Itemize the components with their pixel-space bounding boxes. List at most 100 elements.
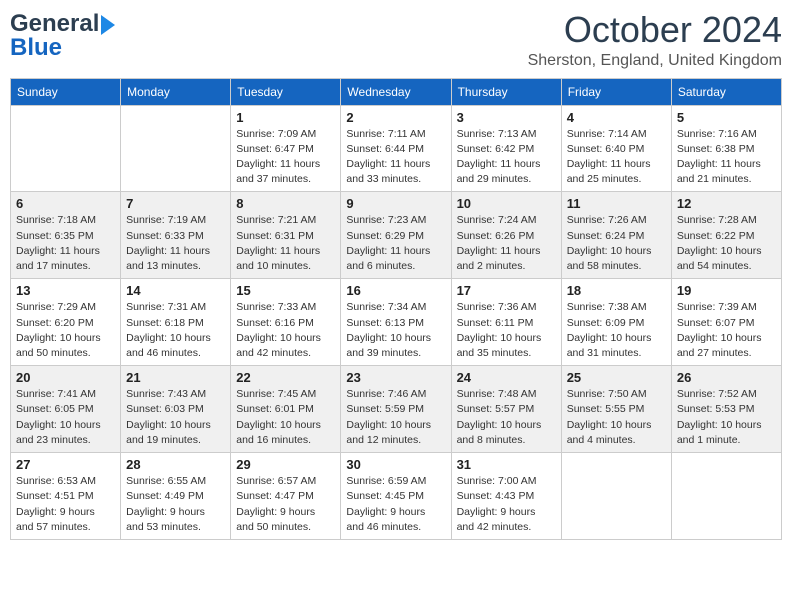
- day-info: Sunrise: 6:57 AMSunset: 4:47 PMDaylight:…: [236, 474, 335, 535]
- day-number: 25: [567, 370, 666, 385]
- sunrise-text: Sunrise: 7:24 AM: [457, 214, 537, 226]
- sunset-text: Sunset: 6:44 PM: [346, 143, 424, 155]
- sunrise-text: Sunrise: 7:50 AM: [567, 388, 647, 400]
- sunset-text: Sunset: 6:07 PM: [677, 317, 755, 329]
- calendar-cell: 12Sunrise: 7:28 AMSunset: 6:22 PMDayligh…: [671, 192, 781, 279]
- calendar-cell: 31Sunrise: 7:00 AMSunset: 4:43 PMDayligh…: [451, 453, 561, 540]
- sunset-text: Sunset: 6:26 PM: [457, 230, 535, 242]
- day-number: 16: [346, 283, 445, 298]
- calendar-cell: 19Sunrise: 7:39 AMSunset: 6:07 PMDayligh…: [671, 279, 781, 366]
- sunrise-text: Sunrise: 7:52 AM: [677, 388, 757, 400]
- sunrise-text: Sunrise: 7:16 AM: [677, 128, 757, 140]
- sunset-text: Sunset: 6:11 PM: [457, 317, 534, 329]
- sunset-text: Sunset: 5:53 PM: [677, 403, 755, 415]
- day-number: 28: [126, 457, 225, 472]
- day-info: Sunrise: 7:34 AMSunset: 6:13 PMDaylight:…: [346, 300, 445, 361]
- daylight-text: Daylight: 11 hours and 17 minutes.: [16, 245, 100, 272]
- day-info: Sunrise: 7:26 AMSunset: 6:24 PMDaylight:…: [567, 213, 666, 274]
- sunrise-text: Sunrise: 7:38 AM: [567, 301, 647, 313]
- day-info: Sunrise: 7:00 AMSunset: 4:43 PMDaylight:…: [457, 474, 556, 535]
- calendar-cell: 23Sunrise: 7:46 AMSunset: 5:59 PMDayligh…: [341, 366, 451, 453]
- sunset-text: Sunset: 6:29 PM: [346, 230, 424, 242]
- sunrise-text: Sunrise: 7:48 AM: [457, 388, 537, 400]
- calendar-cell: 29 Sunrise: 6:57 AMSunset: 4:47 PMDayligh…: [231, 453, 341, 540]
- daylight-text: Daylight: 11 hours and 6 minutes.: [346, 245, 430, 272]
- sunrise-text: Sunrise: 7:36 AM: [457, 301, 537, 313]
- sunset-text: Sunset: 6:40 PM: [567, 143, 645, 155]
- day-info: Sunrise: 7:11 AMSunset: 6:44 PMDaylight:…: [346, 127, 445, 188]
- calendar-cell: [671, 453, 781, 540]
- daylight-text: Daylight: 10 hours and 4 minutes.: [567, 419, 652, 446]
- calendar-cell: 3Sunrise: 7:13 AMSunset: 6:42 PMDaylight…: [451, 105, 561, 192]
- sunset-text: Sunset: 6:16 PM: [236, 317, 314, 329]
- sunrise-text: Sunrise: 6:53 AM: [16, 475, 96, 487]
- day-info: Sunrise: 7:13 AMSunset: 6:42 PMDaylight:…: [457, 127, 556, 188]
- week-row-5: 27Sunrise: 6:53 AMSunset: 4:51 PMDayligh…: [11, 453, 782, 540]
- day-info: Sunrise: 7:29 AMSunset: 6:20 PMDaylight:…: [16, 300, 115, 361]
- daylight-text: Daylight: 10 hours and 19 minutes.: [126, 419, 211, 446]
- daylight-text: Daylight: 10 hours and 39 minutes.: [346, 332, 431, 359]
- daylight-text: Daylight: 11 hours and 25 minutes.: [567, 158, 651, 185]
- calendar-cell: [121, 105, 231, 192]
- sunset-text: Sunset: 6:42 PM: [457, 143, 535, 155]
- day-info: Sunrise: 7:16 AMSunset: 6:38 PMDaylight:…: [677, 127, 776, 188]
- sunrise-text: Sunrise: 7:14 AM: [567, 128, 647, 140]
- daylight-text: Daylight: 10 hours and 8 minutes.: [457, 419, 542, 446]
- calendar-cell: 14 Sunrise: 7:31 AMSunset: 6:18 PMDayligh…: [121, 279, 231, 366]
- day-number: 5: [677, 110, 776, 125]
- sunset-text: Sunset: 6:31 PM: [236, 230, 314, 242]
- day-number: 27: [16, 457, 115, 472]
- day-number: 19: [677, 283, 776, 298]
- daylight-text: Daylight: 10 hours and 16 minutes.: [236, 419, 321, 446]
- daylight-text: Daylight: 11 hours and 21 minutes.: [677, 158, 761, 185]
- day-number: 14: [126, 283, 225, 298]
- logo-triangle-icon: [101, 15, 115, 35]
- calendar-cell: 27Sunrise: 6:53 AMSunset: 4:51 PMDayligh…: [11, 453, 121, 540]
- day-number: 20: [16, 370, 115, 385]
- calendar-table: SundayMondayTuesdayWednesdayThursdayFrid…: [10, 78, 782, 540]
- sunrise-text: Sunrise: 7:33 AM: [236, 301, 316, 313]
- day-info: Sunrise: 7:09 AMSunset: 6:47 PMDaylight:…: [236, 127, 335, 188]
- day-header-friday: Friday: [561, 78, 671, 105]
- calendar-cell: 10Sunrise: 7:24 AMSunset: 6:26 PMDayligh…: [451, 192, 561, 279]
- calendar-cell: 25Sunrise: 7:50 AMSunset: 5:55 PMDayligh…: [561, 366, 671, 453]
- day-info: Sunrise: 6:59 AMSunset: 4:45 PMDaylight:…: [346, 474, 445, 535]
- day-number: 22: [236, 370, 335, 385]
- day-info: Sunrise: 7:33 AMSunset: 6:16 PMDaylight:…: [236, 300, 335, 361]
- daylight-text: Daylight: 10 hours and 27 minutes.: [677, 332, 762, 359]
- sunset-text: Sunset: 4:47 PM: [236, 490, 314, 502]
- sunrise-text: Sunrise: 7:18 AM: [16, 214, 96, 226]
- calendar-cell: 28Sunrise: 6:55 AMSunset: 4:49 PMDayligh…: [121, 453, 231, 540]
- day-number: 29: [236, 457, 335, 472]
- day-number: 18: [567, 283, 666, 298]
- sunrise-text: Sunrise: 7:00 AM: [457, 475, 537, 487]
- sunrise-text: Sunrise: 7:46 AM: [346, 388, 426, 400]
- day-number: 30: [346, 457, 445, 472]
- day-info: Sunrise: 7:28 AMSunset: 6:22 PMDaylight:…: [677, 213, 776, 274]
- day-number: 9: [346, 196, 445, 211]
- day-info: Sunrise: 7:21 AMSunset: 6:31 PMDaylight:…: [236, 213, 335, 274]
- calendar-cell: 2Sunrise: 7:11 AMSunset: 6:44 PMDaylight…: [341, 105, 451, 192]
- day-info: Sunrise: 7:31 AMSunset: 6:18 PMDaylight:…: [126, 300, 225, 361]
- day-info: Sunrise: 7:38 AMSunset: 6:09 PMDaylight:…: [567, 300, 666, 361]
- day-header-saturday: Saturday: [671, 78, 781, 105]
- calendar-cell: 30 Sunrise: 6:59 AMSunset: 4:45 PMDayligh…: [341, 453, 451, 540]
- day-info: Sunrise: 7:43 AMSunset: 6:03 PMDaylight:…: [126, 387, 225, 448]
- sunrise-text: Sunrise: 7:26 AM: [567, 214, 647, 226]
- daylight-text: Daylight: 9 hours and 50 minutes.: [236, 506, 315, 533]
- daylight-text: Daylight: 10 hours and 46 minutes.: [126, 332, 211, 359]
- week-row-4: 20Sunrise: 7:41 AMSunset: 6:05 PMDayligh…: [11, 366, 782, 453]
- daylight-text: Daylight: 11 hours and 29 minutes.: [457, 158, 541, 185]
- day-number: 15: [236, 283, 335, 298]
- sunset-text: Sunset: 6:33 PM: [126, 230, 204, 242]
- daylight-text: Daylight: 9 hours and 57 minutes.: [16, 506, 95, 533]
- day-number: 26: [677, 370, 776, 385]
- sunrise-text: Sunrise: 7:11 AM: [346, 128, 425, 140]
- sunset-text: Sunset: 6:13 PM: [346, 317, 424, 329]
- calendar-cell: 18 Sunrise: 7:38 AMSunset: 6:09 PMDayligh…: [561, 279, 671, 366]
- logo: General Blue: [10, 10, 115, 62]
- daylight-text: Daylight: 10 hours and 35 minutes.: [457, 332, 542, 359]
- day-number: 24: [457, 370, 556, 385]
- calendar-cell: 13Sunrise: 7:29 AMSunset: 6:20 PMDayligh…: [11, 279, 121, 366]
- sunset-text: Sunset: 6:01 PM: [236, 403, 314, 415]
